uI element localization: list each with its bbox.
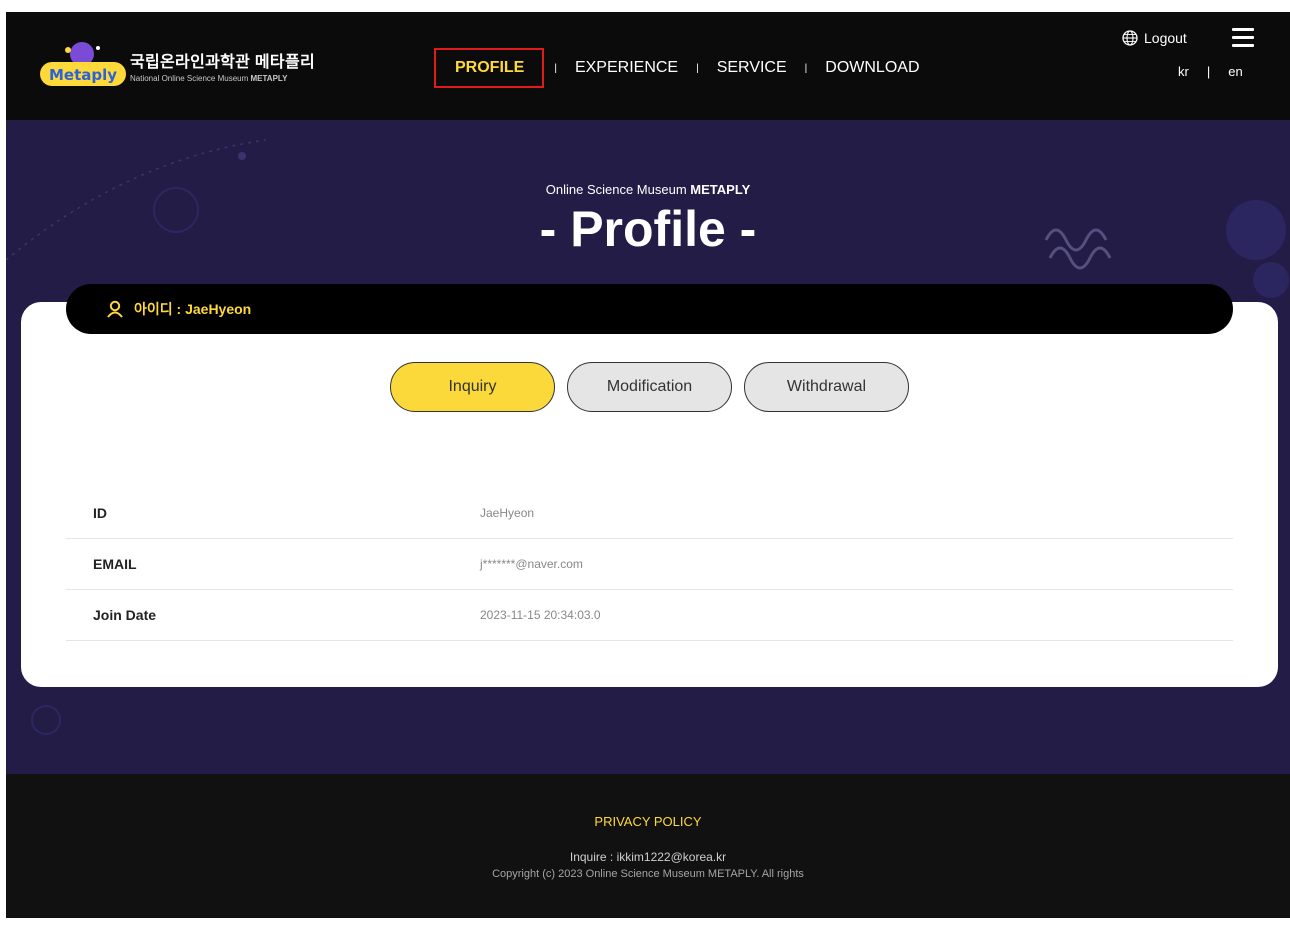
info-row-join-date: Join Date 2023-11-15 20:34:03.0 <box>66 590 1233 641</box>
info-key: Join Date <box>93 607 157 623</box>
footer-inquire: Inquire : ikkim1222@korea.kr <box>569 850 727 864</box>
user-id-label: 아이디 : JaeHyeon <box>134 301 252 317</box>
user-id-bar: 아이디 : JaeHyeon <box>66 284 1233 334</box>
info-key: EMAIL <box>93 556 137 572</box>
svg-text:Metaply: Metaply <box>49 66 117 84</box>
nav-separator: | <box>554 62 557 74</box>
info-row-email: EMAIL j*******@naver.com <box>66 539 1233 590</box>
lang-separator: | <box>1206 64 1211 79</box>
logout-label: Logout <box>1144 30 1187 46</box>
nav-separator: | <box>804 62 808 74</box>
top-header: Metaply 국립온라인과학관 메타플리 National Online Sc… <box>6 12 1290 120</box>
footer-copyright: Copyright (c) 2023 Online Science Museum… <box>492 868 804 880</box>
info-value: JaeHyeon <box>480 506 535 520</box>
logo-english-name: National Online Science Museum METAPLY <box>130 74 288 83</box>
page-title: - Profile - <box>539 201 757 257</box>
info-row-id: ID JaeHyeon <box>66 488 1233 539</box>
nav-download[interactable]: DOWNLOAD <box>817 48 927 88</box>
nav-service[interactable]: SERVICE <box>709 48 795 88</box>
lang-en[interactable]: en <box>1228 64 1242 79</box>
logout-link[interactable]: Logout <box>1122 30 1187 46</box>
info-key: ID <box>93 505 107 521</box>
info-value: j*******@naver.com <box>480 557 583 571</box>
globe-icon <box>1122 30 1138 46</box>
user-icon <box>107 300 123 318</box>
tab-modification[interactable]: Modification <box>567 362 732 412</box>
nav-profile[interactable]: PROFILE <box>434 48 545 88</box>
main-nav: PROFILE | EXPERIENCE | SERVICE | DOWNLOA… <box>434 48 928 88</box>
hamburger-menu-icon[interactable] <box>1232 28 1254 48</box>
profile-info-table: ID JaeHyeon EMAIL j*******@naver.com Joi… <box>66 488 1233 641</box>
tab-inquiry[interactable]: Inquiry <box>390 362 555 412</box>
tab-withdrawal[interactable]: Withdrawal <box>744 362 909 412</box>
nav-separator: | <box>696 62 699 74</box>
page-footer: PRIVACY POLICY Inquire : ikkim1222@korea… <box>6 774 1290 918</box>
privacy-policy-link[interactable]: PRIVACY POLICY <box>6 814 1290 829</box>
lang-kr[interactable]: kr <box>1178 64 1189 79</box>
hero-subtitle: Online Science Museum METAPLY <box>545 182 751 197</box>
logo-korean-name: 국립온라인과학관 메타플리 <box>130 54 315 71</box>
info-value: 2023-11-15 20:34:03.0 <box>480 608 601 622</box>
nav-experience[interactable]: EXPERIENCE <box>567 48 686 88</box>
site-logo[interactable]: Metaply 국립온라인과학관 메타플리 National Online Sc… <box>38 36 328 94</box>
page-frame: Metaply 국립온라인과학관 메타플리 National Online Sc… <box>6 12 1290 918</box>
metaply-logo-icon: Metaply <box>40 42 126 86</box>
language-switcher: kr | en <box>1178 64 1243 79</box>
profile-tabs: Inquiry Modification Withdrawal <box>390 362 921 412</box>
